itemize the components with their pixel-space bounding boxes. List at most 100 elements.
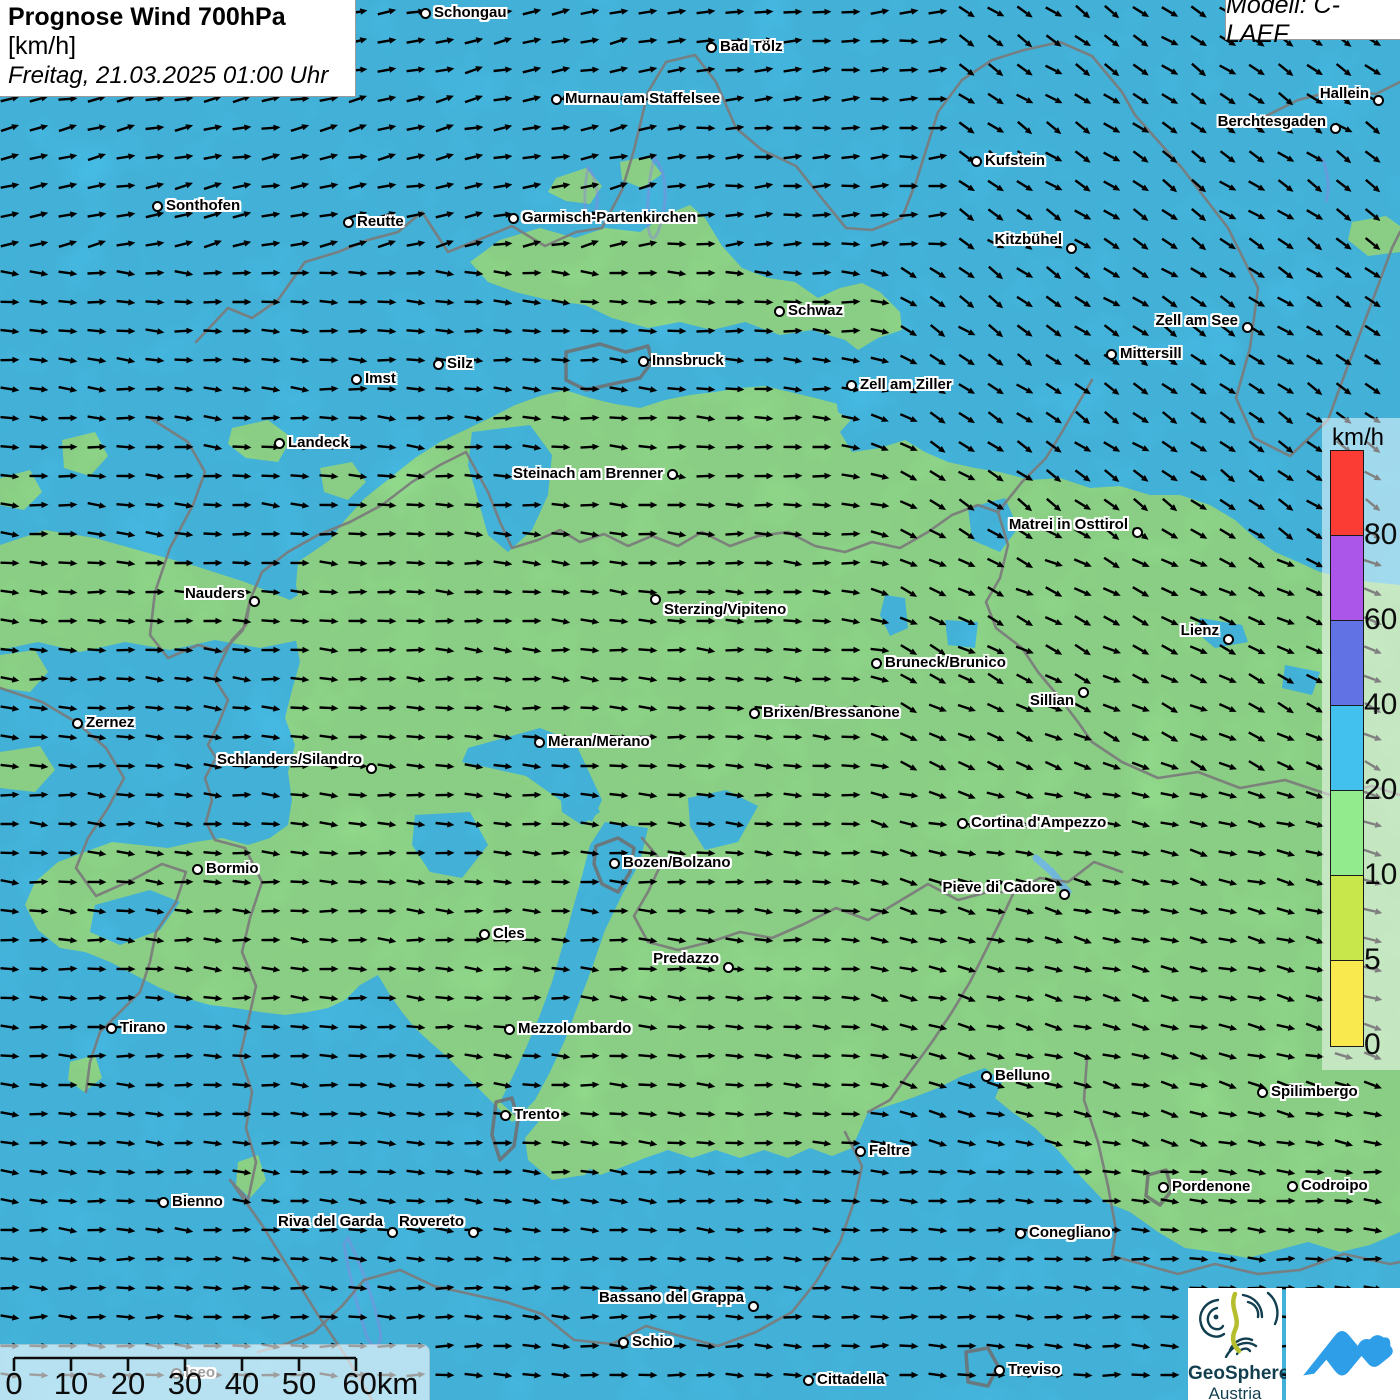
city-label: Sterzing/Vipiteno — [664, 601, 786, 619]
city-label: Zell am Ziller — [860, 376, 952, 394]
city-dot — [500, 1110, 511, 1121]
scale-label: 30 — [168, 1366, 202, 1400]
legend-segment — [1331, 876, 1363, 961]
city-label: Bozen/Bolzano — [623, 854, 731, 872]
city-label: Steinach am Brenner — [513, 465, 663, 483]
city-label: Zernez — [86, 714, 134, 732]
legend-segment — [1331, 621, 1363, 706]
title-text: Prognose Wind 700hPa — [8, 3, 286, 31]
city-label: Bad Tölz — [720, 38, 783, 56]
city-label: Lienz — [1181, 622, 1219, 640]
wind-speed-legend — [1330, 450, 1364, 1047]
city-dot — [534, 737, 545, 748]
city-dot — [855, 1146, 866, 1157]
city-layer: SchongauBad TölzKemptenMurnau am Staffel… — [0, 0, 1400, 1400]
city-dot — [1287, 1181, 1298, 1192]
city-label: Landeck — [288, 434, 349, 452]
city-dot — [274, 438, 285, 449]
city-dot — [994, 1365, 1005, 1376]
forecast-datetime: Freitag, 21.03.2025 01:00 Uhr — [8, 62, 347, 90]
city-label: Codroipo — [1301, 1177, 1368, 1195]
city-label: Bruneck/Brunico — [885, 654, 1006, 672]
scale-label: 10 — [54, 1366, 88, 1400]
city-dot — [618, 1337, 629, 1348]
city-label: Tirano — [120, 1019, 166, 1037]
city-dot — [72, 718, 83, 729]
city-dot — [366, 763, 377, 774]
city-label: Cortina d'Ampezzo — [971, 814, 1106, 832]
legend-title: km/h — [1332, 424, 1384, 452]
city-dot — [1078, 687, 1089, 698]
city-dot — [609, 858, 620, 869]
title-unit: [km/h] — [8, 32, 76, 60]
city-label: Reutte — [357, 213, 404, 231]
legend-value-label: 80 — [1364, 520, 1397, 550]
city-label: Bormio — [206, 860, 259, 878]
city-dot — [1223, 634, 1234, 645]
city-dot — [1158, 1182, 1169, 1193]
city-dot — [846, 380, 857, 391]
scale-label: 60km — [342, 1366, 418, 1400]
city-dot — [468, 1227, 479, 1238]
legend-value-label: 40 — [1364, 690, 1397, 720]
city-label: Schongau — [434, 4, 507, 22]
city-dot — [667, 469, 678, 480]
legend-value-label: 20 — [1364, 775, 1397, 805]
city-label: Bienno — [172, 1193, 223, 1211]
city-label: Cittadella — [817, 1371, 885, 1389]
mountain-cloud-icon — [1291, 1294, 1395, 1394]
city-label: Zell am See — [1155, 312, 1238, 330]
city-dot — [551, 94, 562, 105]
city-dot — [351, 374, 362, 385]
city-label: Bassano del Grappa — [599, 1289, 744, 1307]
legend-value-label: 60 — [1364, 605, 1397, 635]
city-label: Feltre — [869, 1142, 910, 1160]
city-dot — [192, 864, 203, 875]
city-dot — [249, 596, 260, 607]
city-dot — [152, 201, 163, 212]
city-dot — [1106, 349, 1117, 360]
scale-label: 40 — [225, 1366, 259, 1400]
city-dot — [1059, 889, 1070, 900]
legend-segment — [1331, 791, 1363, 876]
city-dot — [803, 1375, 814, 1386]
city-dot — [1066, 243, 1077, 254]
city-dot — [1257, 1087, 1268, 1098]
city-dot — [508, 213, 519, 224]
city-dot — [433, 359, 444, 370]
city-label: Meran/Merano — [548, 733, 650, 751]
city-dot — [420, 8, 431, 19]
city-label: Murnau am Staffelsee — [565, 90, 720, 108]
page-title: Prognose Wind 700hPa [km/h] — [8, 3, 347, 61]
city-label: Belluno — [995, 1067, 1050, 1085]
city-label: Garmisch-Partenkirchen — [522, 209, 696, 227]
city-dot — [871, 658, 882, 669]
city-label: Rovereto — [399, 1213, 464, 1231]
map-scale-bar: 0102030405060km — [0, 1344, 430, 1400]
city-label: Trento — [514, 1106, 560, 1124]
legend-value-label: 0 — [1364, 1030, 1381, 1060]
city-label: Innsbruck — [652, 352, 724, 370]
city-label: Silz — [447, 355, 473, 373]
geosphere-org-label: GeoSphere — [1188, 1364, 1282, 1384]
city-label: Sonthofen — [166, 197, 240, 215]
legend-segment — [1331, 961, 1363, 1046]
city-dot — [1242, 322, 1253, 333]
city-label: Conegliano — [1029, 1224, 1111, 1242]
city-dot — [1015, 1228, 1026, 1239]
legend-segment — [1331, 706, 1363, 791]
city-label: Riva del Garda — [278, 1213, 383, 1231]
city-dot — [1330, 123, 1341, 134]
city-dot — [748, 1301, 759, 1312]
city-label: Cles — [493, 925, 525, 943]
city-label: Imst — [365, 370, 396, 388]
city-dot — [650, 594, 661, 605]
city-dot — [638, 356, 649, 367]
city-label: Pordenone — [1172, 1178, 1250, 1196]
city-label: Mittersill — [1120, 345, 1182, 363]
model-info-box: Modell: C-LAEF — [1225, 0, 1400, 40]
city-dot — [706, 42, 717, 53]
city-label: Berchtesgaden — [1218, 113, 1326, 131]
scale-label: 0 — [5, 1366, 22, 1400]
city-dot — [723, 962, 734, 973]
